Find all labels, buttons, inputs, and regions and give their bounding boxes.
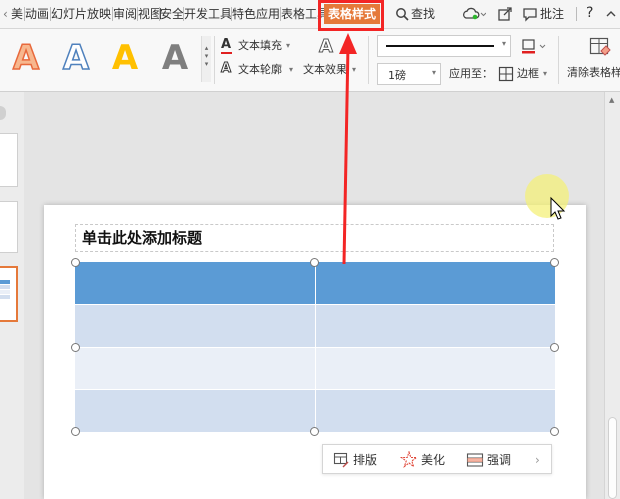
- slide-table[interactable]: [75, 262, 555, 432]
- resize-handle-top-center[interactable]: [310, 258, 319, 267]
- tab-review[interactable]: 审阅: [113, 6, 137, 22]
- scroll-thumb[interactable]: [608, 417, 617, 499]
- wordart-style-orange-icon[interactable]: A: [8, 39, 44, 77]
- text-outline-icon: A: [220, 61, 232, 76]
- table-quick-toolbar: 排版 美化 强调 ›: [322, 444, 552, 474]
- resize-handle-top-left[interactable]: [71, 258, 80, 267]
- text-effect-dropdown-icon[interactable]: ▾: [352, 63, 356, 77]
- apply-to-label: 应用至：: [449, 67, 493, 80]
- pen-color-icon[interactable]: [519, 38, 549, 56]
- slide-thumbnail-1[interactable]: [0, 133, 18, 187]
- slide-thumbnail-2[interactable]: [0, 201, 18, 253]
- table-column-divider: [315, 262, 316, 432]
- wordart-style-yellow-icon[interactable]: A: [107, 40, 143, 76]
- annotate-button[interactable]: 批注: [540, 6, 564, 22]
- text-fill-icon: A: [221, 37, 232, 52]
- text-effect-icon: A: [319, 36, 334, 57]
- emphasis-icon: [466, 453, 484, 467]
- text-fill-button[interactable]: 文本填充: [238, 39, 282, 53]
- text-effect-button[interactable]: 文本效果: [303, 63, 347, 77]
- beautify-button[interactable]: 美化: [421, 453, 445, 467]
- collapse-ribbon-icon[interactable]: [606, 9, 616, 19]
- text-outline-button[interactable]: 文本轮廓: [238, 63, 282, 77]
- line-weight-dropdown[interactable]: 1磅 ▾: [377, 63, 441, 85]
- tab-developer[interactable]: 开发工具: [184, 6, 232, 22]
- panel-collapse-handle[interactable]: [0, 106, 6, 120]
- border-grid-icon: [498, 66, 514, 82]
- text-outline-dropdown-icon[interactable]: ▾: [289, 63, 293, 77]
- text-fill-dropdown-icon[interactable]: ▾: [286, 39, 290, 53]
- border-button[interactable]: 边框: [517, 67, 539, 81]
- layout-button[interactable]: 排版: [353, 453, 377, 467]
- tab-design[interactable]: 美: [11, 6, 23, 22]
- emphasis-button[interactable]: 强调: [487, 453, 511, 467]
- wordart-style-blue-outline-icon[interactable]: A: [58, 39, 94, 77]
- resize-handle-top-right[interactable]: [550, 258, 559, 267]
- resize-handle-bottom-right[interactable]: [550, 427, 559, 436]
- search-button[interactable]: 查找: [411, 6, 435, 22]
- tab-scroll-left-icon[interactable]: ‹: [3, 6, 8, 22]
- scroll-up-icon[interactable]: ▲: [609, 96, 614, 104]
- wordart-style-gray-icon[interactable]: A: [157, 40, 193, 76]
- wordart-gallery-scroll[interactable]: ▴ ▾ ▾: [201, 36, 211, 82]
- tab-animation[interactable]: 动画: [25, 6, 49, 22]
- tab-features[interactable]: 特色应用: [232, 6, 280, 22]
- annotation-highlight-box: [318, 0, 384, 31]
- more-chevron-icon[interactable]: ›: [535, 453, 540, 467]
- tab-security[interactable]: 安全: [160, 6, 184, 22]
- clear-table-style-button[interactable]: 清除表格样: [567, 66, 620, 80]
- resize-handle-middle-right[interactable]: [550, 343, 559, 352]
- tab-slideshow[interactable]: 幻灯片放映: [51, 6, 111, 22]
- line-style-dropdown[interactable]: ▾: [377, 35, 511, 57]
- resize-handle-middle-left[interactable]: [71, 343, 80, 352]
- resize-handle-bottom-center[interactable]: [310, 427, 319, 436]
- vertical-scrollbar[interactable]: ▲: [604, 92, 620, 499]
- help-icon[interactable]: ?: [586, 5, 593, 21]
- share-icon[interactable]: [497, 6, 513, 22]
- search-icon: [396, 8, 409, 21]
- title-placeholder-text: 单击此处添加标题: [82, 229, 203, 247]
- border-dropdown-icon[interactable]: ▾: [543, 67, 547, 81]
- cloud-sync-icon[interactable]: [462, 6, 486, 22]
- menu-tab-bar: ‹ 美 动画 幻灯片放映 审阅 视图 安全 开发工具 特色应用 表格工具 表格样…: [0, 0, 620, 28]
- resize-handle-bottom-left[interactable]: [71, 427, 80, 436]
- layout-icon: [333, 452, 349, 468]
- clear-table-style-icon[interactable]: [589, 37, 611, 59]
- beautify-icon: [400, 451, 418, 469]
- slide-thumbnail-3-selected[interactable]: [0, 266, 18, 322]
- comment-icon: [523, 8, 537, 22]
